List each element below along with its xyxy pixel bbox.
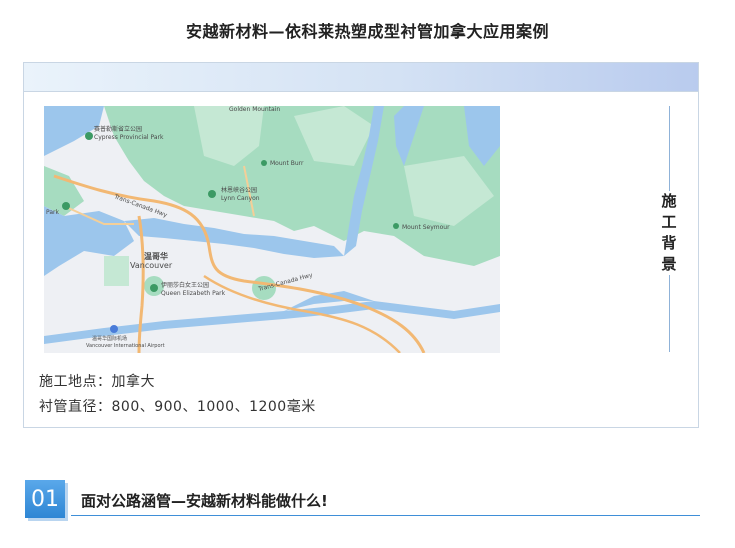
qe-park-label-en: Queen Elizabeth Park xyxy=(161,290,226,297)
airport-label-en: Vancouver International Airport xyxy=(86,343,165,349)
golden-label: Golden Mountain xyxy=(229,106,280,113)
park-pin-icon[interactable] xyxy=(62,202,70,210)
map-svg: Trans-Canada Hwy Trans-Canada Hwy 赛普勒斯省立… xyxy=(44,106,500,353)
location-text: 施工地点：加拿大 xyxy=(39,374,155,390)
mountain-pin-icon[interactable] xyxy=(393,223,399,229)
vancouver-label-en: Vancouver xyxy=(130,261,173,270)
page-title: 安越新材料—依科莱热塑成型衬管加拿大应用案例 xyxy=(185,22,549,41)
park-pin-icon[interactable] xyxy=(85,132,93,140)
grouse-label: Mount Burr xyxy=(270,160,304,167)
park-left-label: Park xyxy=(46,209,59,216)
cypress-label-en: Cypress Provincial Park xyxy=(94,134,164,141)
seymour-label: Mount Seymour xyxy=(402,224,450,231)
lynn-label-cn: 林恩峡谷公园 xyxy=(221,186,257,194)
park-pin-icon[interactable] xyxy=(208,190,216,198)
qe-park-label-cn: 伊丽莎白女王公园 xyxy=(161,281,209,289)
section-header: 01 面对公路涵管—安越新材料能做什么! xyxy=(25,480,700,520)
vancouver-label-cn: 温哥华 xyxy=(144,251,168,261)
section-underline xyxy=(71,515,700,516)
cypress-label-cn: 赛普勒斯省立公园 xyxy=(94,125,142,133)
section-title: 面对公路涵管—安越新材料能做什么! xyxy=(81,492,328,510)
card-header-bar xyxy=(24,63,698,92)
side-label: 施工背景 xyxy=(658,191,680,275)
mountain-pin-icon[interactable] xyxy=(261,160,267,166)
airport-pin-icon[interactable] xyxy=(110,325,118,333)
airport-label-cn: 温哥华国际机场 xyxy=(92,335,127,342)
section-number-badge: 01 xyxy=(25,480,65,518)
diameter-text: 衬管直径：800、900、1000、1200毫米 xyxy=(39,399,316,415)
map-image[interactable]: Trans-Canada Hwy Trans-Canada Hwy 赛普勒斯省立… xyxy=(44,106,500,353)
park-pin-icon[interactable] xyxy=(150,284,158,292)
lynn-label-en: Lynn Canyon xyxy=(221,195,260,202)
background-card: Trans-Canada Hwy Trans-Canada Hwy 赛普勒斯省立… xyxy=(23,62,699,428)
